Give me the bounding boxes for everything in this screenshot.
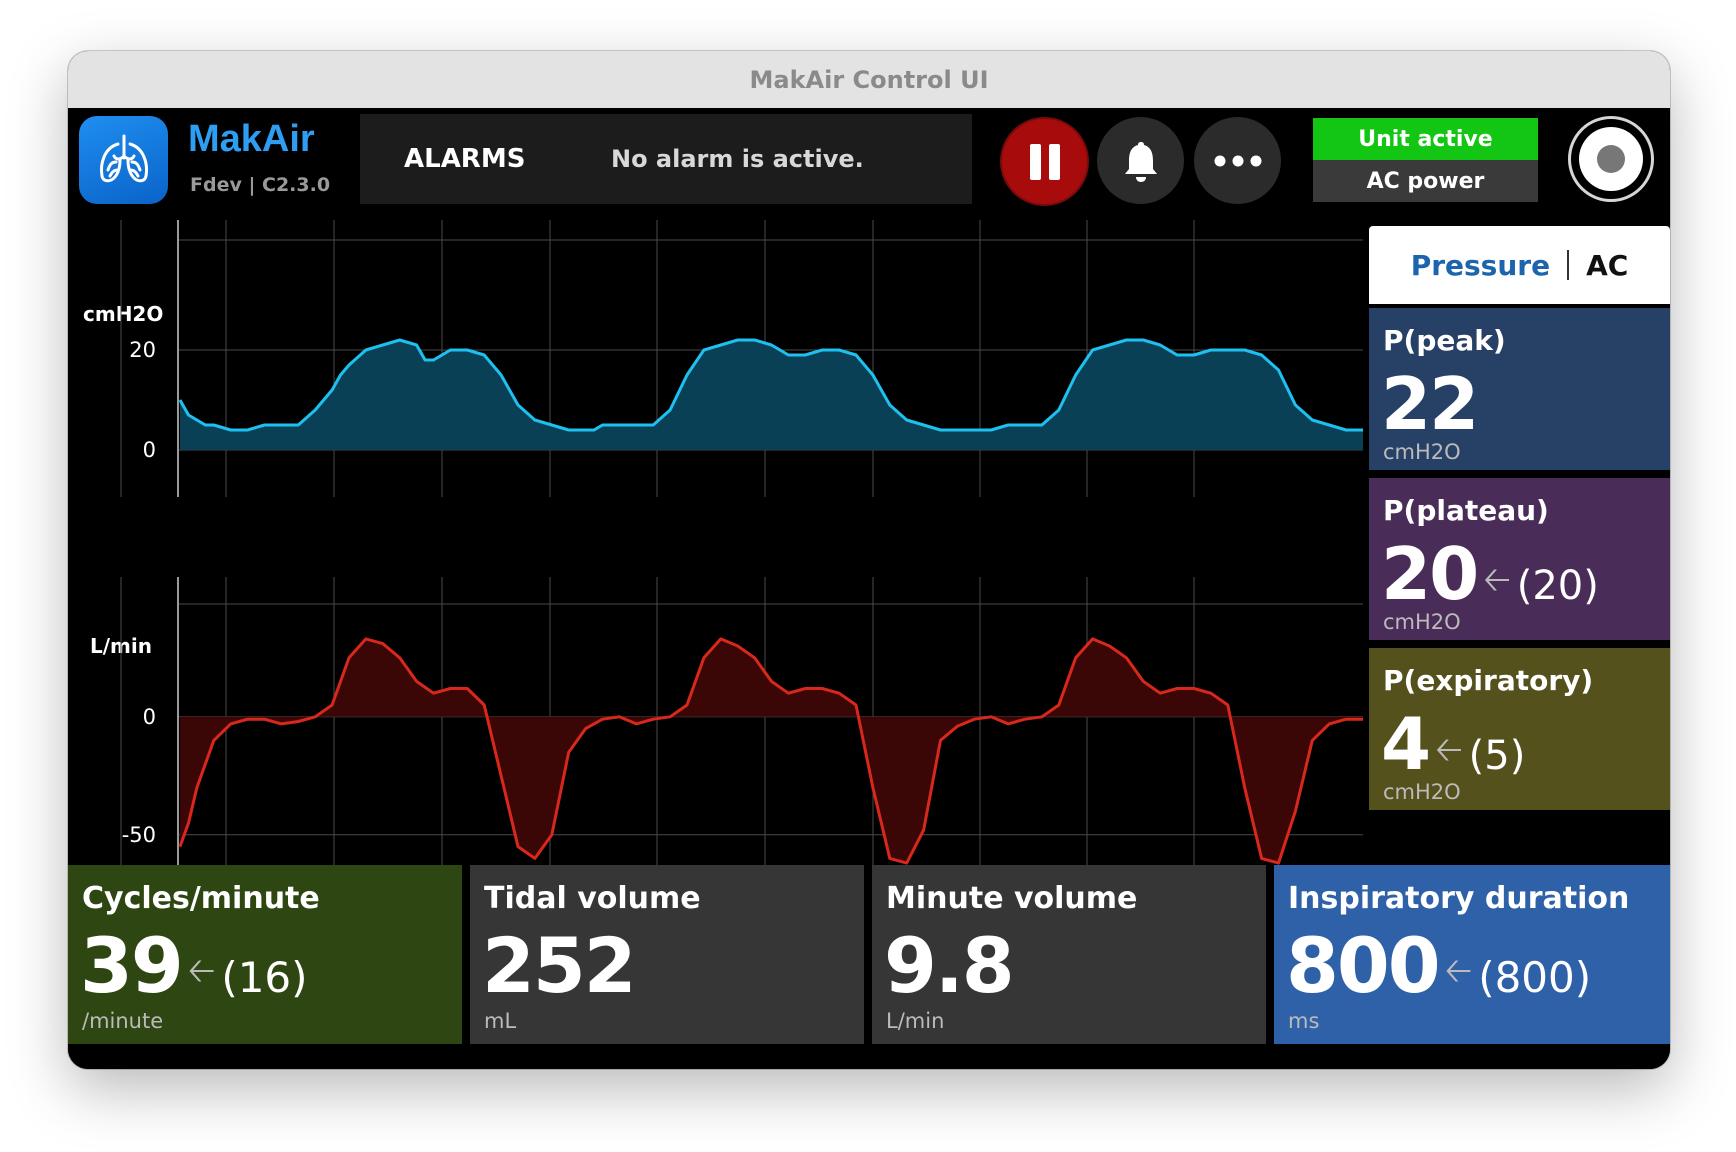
- mode-sub: AC: [1586, 248, 1629, 282]
- bell-icon: [1124, 141, 1157, 182]
- card-value: 20 🡠 (20): [1381, 532, 1599, 616]
- minute-volume-card[interactable]: Minute volume 9.8 L/min: [872, 865, 1266, 1044]
- p-plateau-card[interactable]: P(plateau) 20 🡠 (20) cmH2O: [1369, 478, 1670, 640]
- card-title: Cycles/minute: [82, 881, 320, 916]
- card-target: (800): [1478, 953, 1592, 1002]
- card-title: P(plateau): [1383, 494, 1549, 527]
- y-tick-label: 0: [143, 705, 156, 729]
- alarm-panel: ALARMS No alarm is active.: [360, 114, 972, 204]
- card-value: 4 🡠 (5): [1381, 702, 1526, 786]
- lungs-icon: [99, 134, 148, 183]
- card-unit: cmH2O: [1383, 440, 1461, 464]
- mode-separator: [1567, 250, 1570, 280]
- card-title: P(peak): [1383, 324, 1506, 357]
- unit-status-badge: Unit active: [1313, 118, 1538, 160]
- firmware-version: Fdev | C2.3.0: [190, 174, 331, 196]
- card-unit: cmH2O: [1383, 610, 1461, 634]
- p-peak-card[interactable]: P(peak) 22 cmH2O: [1369, 308, 1670, 470]
- y-tick-label: 20: [129, 338, 156, 362]
- flow-chart: -50 0: [120, 577, 1363, 879]
- card-value: 800 🡠 (800): [1286, 921, 1592, 1010]
- card-unit: /minute: [82, 1009, 164, 1033]
- card-unit: ms: [1288, 1009, 1320, 1033]
- card-title: Minute volume: [886, 881, 1138, 916]
- app-content: MakAir Fdev | C2.3.0 ALARMS No alarm is …: [68, 108, 1670, 1069]
- card-title: Tidal volume: [484, 881, 701, 916]
- alarm-settings-button[interactable]: [1097, 117, 1184, 204]
- pause-button[interactable]: [1000, 117, 1089, 206]
- y-tick-label: 0: [143, 438, 156, 462]
- y-tick-label: -50: [122, 823, 156, 847]
- inspiratory-duration-card[interactable]: Inspiratory duration 800 🡠 (800) ms: [1274, 865, 1670, 1044]
- series-area: [180, 638, 1363, 864]
- p-expiratory-card[interactable]: P(expiratory) 4 🡠 (5) cmH2O: [1369, 648, 1670, 810]
- card-target: (16): [221, 953, 308, 1002]
- card-value: 22: [1381, 362, 1479, 446]
- card-unit: L/min: [886, 1009, 945, 1033]
- cycles-per-minute-card[interactable]: Cycles/minute 39 🡠 (16) /minute: [68, 865, 462, 1044]
- card-value: 252: [482, 921, 637, 1010]
- card-title: Inspiratory duration: [1288, 881, 1630, 916]
- card-unit: mL: [484, 1009, 517, 1033]
- window-titlebar[interactable]: MakAir Control UI: [68, 51, 1670, 109]
- alarms-label: ALARMS: [404, 144, 526, 174]
- arrow-left-icon: 🡠: [187, 951, 216, 991]
- brand-name: MakAir: [188, 118, 315, 160]
- card-title: P(expiratory): [1383, 664, 1594, 697]
- pause-icon: [1029, 143, 1060, 180]
- card-value: 39 🡠 (16): [80, 921, 308, 1010]
- more-icon: [1214, 155, 1261, 166]
- tidal-volume-card[interactable]: Tidal volume 252 mL: [470, 865, 864, 1044]
- power-button[interactable]: [1568, 116, 1654, 202]
- arrow-left-icon: 🡠: [1444, 951, 1473, 991]
- card-value: 9.8: [884, 921, 1015, 1010]
- logo: [79, 116, 168, 204]
- ventilation-mode-selector[interactable]: Pressure AC: [1369, 226, 1670, 304]
- pressure-chart: 0 20: [120, 220, 1363, 497]
- mode-name: Pressure: [1410, 248, 1551, 282]
- card-unit: cmH2O: [1383, 780, 1461, 804]
- power-icon: [1579, 127, 1643, 191]
- more-button[interactable]: [1194, 117, 1281, 204]
- card-target: (20): [1516, 563, 1599, 609]
- card-target: (5): [1468, 733, 1526, 779]
- window-title: MakAir Control UI: [749, 65, 989, 94]
- alarm-message: No alarm is active.: [611, 145, 864, 173]
- arrow-left-icon: 🡠: [1435, 730, 1463, 770]
- app-window: MakAir Control UI MakAir Fdev | C2.3.0 A…: [68, 51, 1670, 1069]
- power-source-badge: AC power: [1313, 160, 1538, 202]
- arrow-left-icon: 🡠: [1483, 560, 1511, 600]
